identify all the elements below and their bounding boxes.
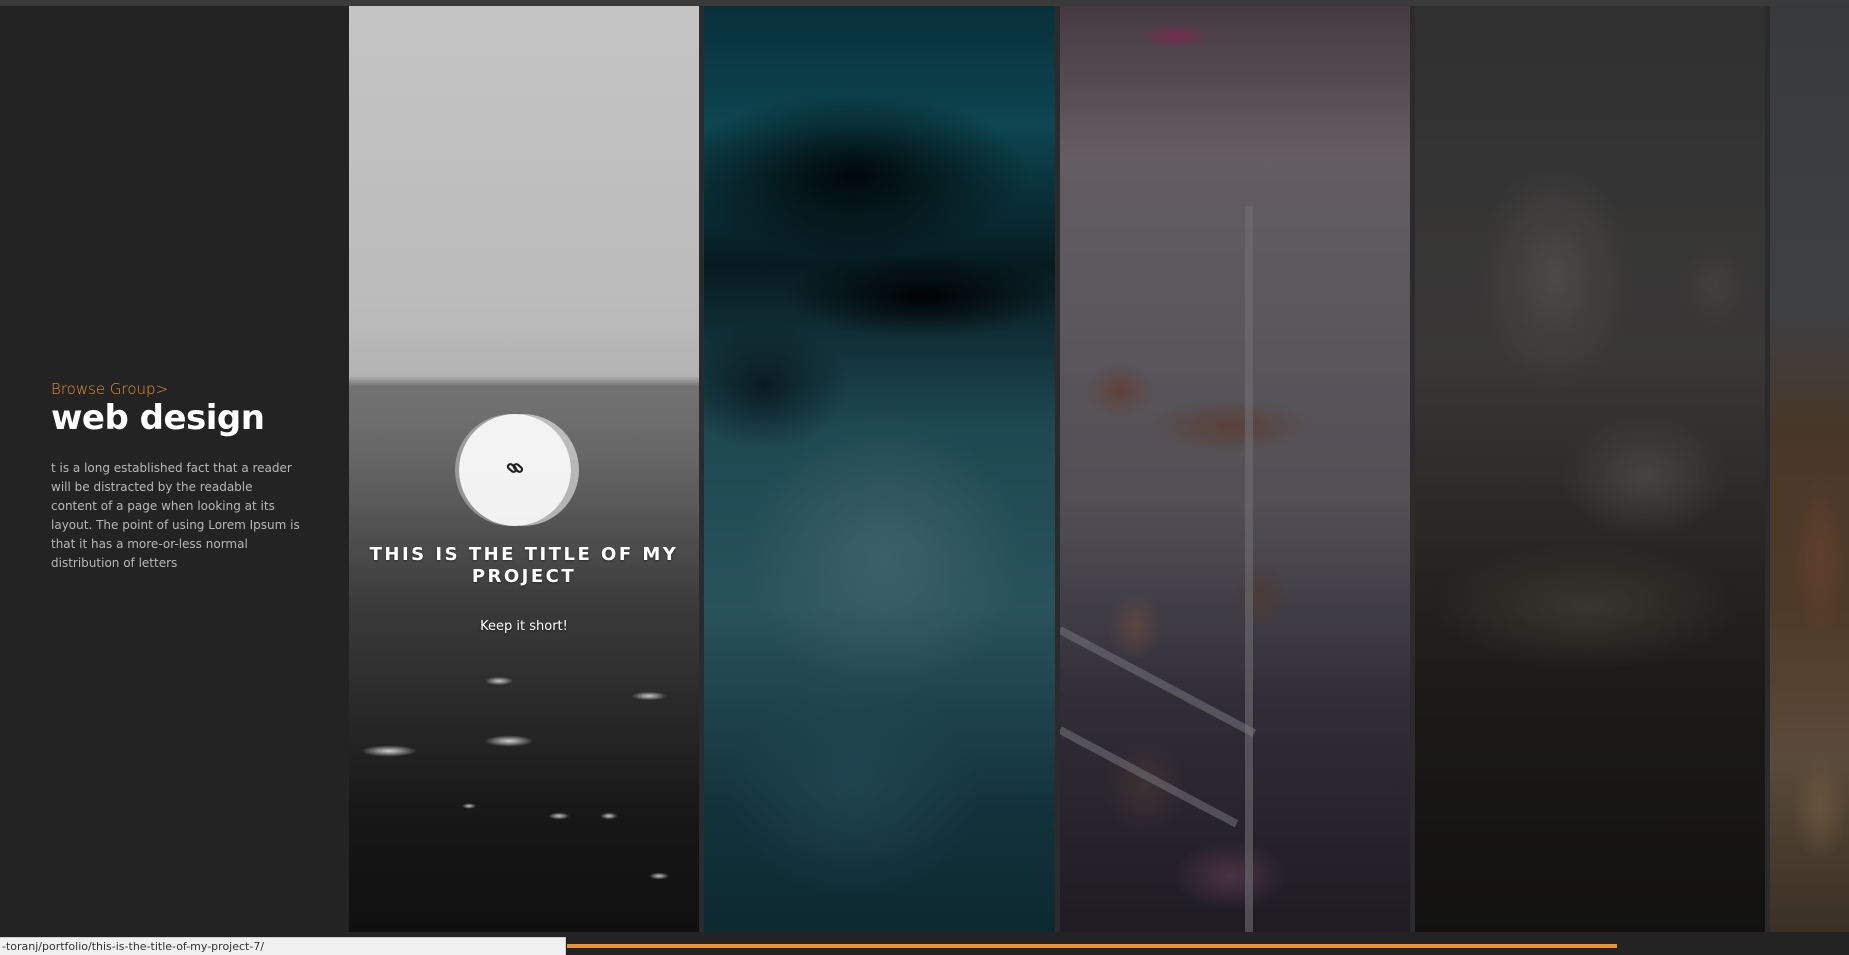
project-panel-4[interactable]: [1415, 6, 1770, 932]
project-gallery: THIS IS THE TITLE OF MY PROJECT Keep it …: [349, 6, 1849, 932]
project-hover-overlay: THIS IS THE TITLE OF MY PROJECT Keep it …: [349, 6, 699, 932]
group-intro: Browse Group> web design t is a long est…: [51, 380, 301, 573]
group-title: web design: [51, 398, 265, 438]
project-subtitle: Keep it short!: [480, 619, 568, 634]
image-shade: [1060, 6, 1410, 932]
loading-progress-bar: [567, 944, 1617, 948]
project-link-button[interactable]: [459, 414, 571, 526]
project-panel-3[interactable]: [1060, 6, 1415, 932]
image-shade: [704, 6, 1055, 932]
group-description: t is a long established fact that a read…: [51, 461, 300, 570]
browse-group-link[interactable]: Browse Group>: [51, 380, 168, 398]
project-panel-1[interactable]: THIS IS THE TITLE OF MY PROJECT Keep it …: [349, 6, 704, 932]
project-title[interactable]: THIS IS THE TITLE OF MY PROJECT: [349, 544, 699, 588]
image-shade: [1770, 6, 1849, 932]
image-shade: [1415, 6, 1765, 932]
browser-status-url: -toranj/portfolio/this-is-the-title-of-m…: [0, 937, 566, 955]
project-panel-2[interactable]: [704, 6, 1060, 932]
sidebar: Browse Group> web design t is a long est…: [0, 6, 349, 937]
project-panel-5[interactable]: [1770, 6, 1849, 932]
link-icon: [505, 458, 525, 483]
